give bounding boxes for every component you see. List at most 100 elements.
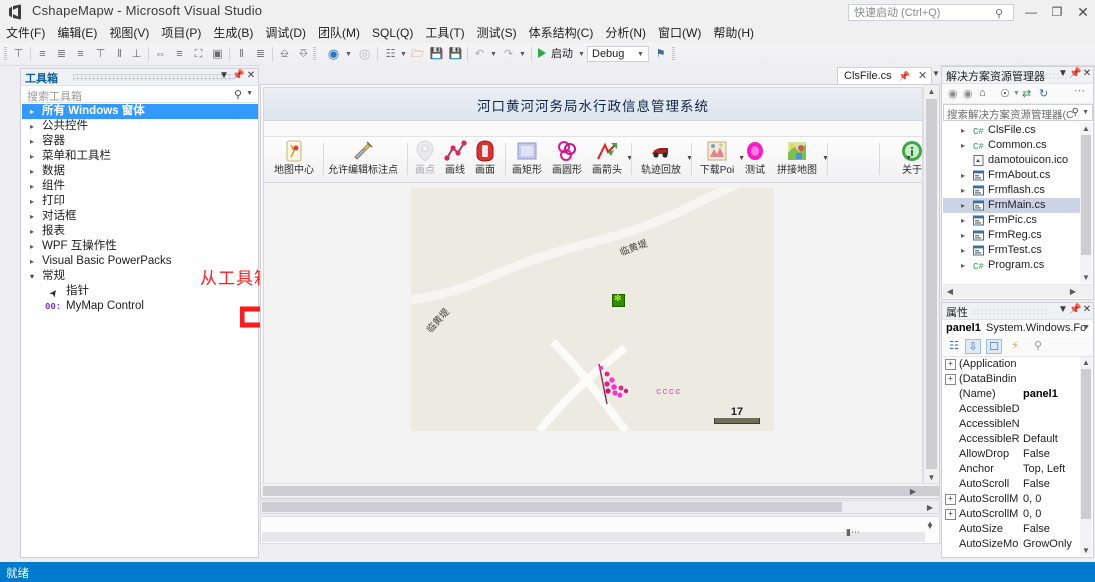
save-icon[interactable]: 💾 [428,46,445,62]
property-pages-icon[interactable]: ⚲ [1030,339,1046,354]
pin-icon[interactable]: 📌 [1069,304,1081,315]
align-tops-icon[interactable]: ⊤ [92,46,109,62]
menu-item-3[interactable]: 项目(P) [155,24,207,43]
toolbox-search-box[interactable]: 搜索工具箱 ⚲ ▼ [22,86,258,103]
se-vscroll-thumb[interactable] [1081,135,1091,255]
form-designer-surface[interactable]: 河口黄河河务局水行政信息管理系统 地图中心 允许编辑标注点 画点 画线 画面 画矩形 画圆形… [260,84,940,499]
property-row-5[interactable]: AccessibleR Default [943,432,1081,447]
search-icon[interactable]: ⚲ [234,88,242,101]
form-toolbar-button-1[interactable]: 允许编辑标注点 [324,139,402,180]
form-toolbar-button-9[interactable]: 下载Poi ▼ [696,139,745,180]
close-icon[interactable]: ✕ [1081,68,1093,79]
property-value[interactable]: panel1 [1023,387,1058,402]
solution-file-row-2[interactable]: damotouicon.ico [943,153,1082,168]
chevron-right-icon[interactable]: ▸ [30,194,34,209]
minimize-button[interactable]: — [1018,2,1044,22]
close-icon[interactable]: ✕ [1081,304,1093,315]
menu-item-11[interactable]: 分析(N) [599,24,652,43]
solution-explorer-search-box[interactable]: 搜索解决方案资源管理器(C ⚲ ▼ [943,104,1093,121]
menu-item-1[interactable]: 编辑(E) [51,24,103,43]
chevron-right-icon[interactable]: ▸ [30,209,34,224]
chevron-right-icon[interactable]: ▸ [30,149,34,164]
chevron-right-icon[interactable]: ▸ [30,119,34,134]
menu-item-2[interactable]: 视图(V) [103,24,155,43]
categorized-icon[interactable]: ☷ [946,339,962,354]
scroll-up-icon[interactable]: ▲ [1080,124,1092,133]
chevron-down-icon[interactable]: ▼ [345,51,352,58]
property-row-0[interactable]: + (Application [943,357,1081,372]
property-row-10[interactable]: + AutoScrollM 0, 0 [943,507,1081,522]
menu-item-4[interactable]: 生成(B) [207,24,259,43]
chevron-right-icon[interactable]: ▸ [961,138,965,153]
attach-icon[interactable]: ⚑ [652,46,669,62]
solution-explorer-horizontal-scrollbar[interactable]: ◀ ▶ [943,284,1092,298]
toolbox-search-input[interactable]: 搜索工具箱 [27,88,82,104]
pin-icon[interactable]: 📌 [899,71,910,81]
toolbar-grip[interactable] [313,47,316,61]
refresh-icon[interactable]: ↻ [1039,87,1048,100]
navigate-backward-icon[interactable]: ◉ [325,46,342,62]
chevron-down-icon[interactable]: ▼ [490,51,497,58]
chevron-right-icon[interactable]: ▸ [30,239,34,254]
size-to-grid-icon[interactable]: ▣ [209,46,226,62]
property-value[interactable]: Top, Left [1023,462,1065,477]
designer-strip-bar[interactable] [262,532,925,542]
property-row-8[interactable]: AutoScroll False [943,477,1081,492]
bring-to-front-icon[interactable]: ⎒ [276,46,293,62]
close-icon[interactable]: ✕ [918,70,927,82]
solution-file-row-7[interactable]: ▸ FrmReg.cs [943,228,1082,243]
toolbox-item-9[interactable]: ▸ WPF 互操作性 [22,239,258,254]
align-center-icon[interactable]: ≣ [53,46,70,62]
property-row-2[interactable]: (Name) panel1 [943,387,1081,402]
chevron-right-icon[interactable]: ▸ [961,183,965,198]
toolbox-item-2[interactable]: ▸ 容器 [22,134,258,149]
solution-file-row-0[interactable]: ▸ C# ClsFile.cs [943,123,1082,138]
new-project-icon[interactable]: ☷ [382,46,399,62]
chevron-right-icon[interactable]: ▸ [961,168,965,183]
form-toolbar-button-8[interactable]: 轨迹回放 ▼ [636,139,693,180]
form-toolbar-button-0[interactable]: 地图中心 [270,139,318,180]
menu-item-8[interactable]: 工具(T) [419,24,470,43]
expand-icon[interactable]: + [945,359,956,370]
properties-menu-button[interactable]: ▼ [1057,304,1069,315]
solution-explorer-menu-button[interactable]: ▼ [1057,68,1069,79]
search-icon[interactable]: ⚲ [1072,107,1079,118]
menu-item-13[interactable]: 帮助(H) [707,24,760,43]
scroll-down-icon[interactable]: ▼ [1080,273,1092,282]
property-row-1[interactable]: + (DataBindin [943,372,1081,387]
outer-hscroll-thumb[interactable] [262,502,842,512]
overflow-icon[interactable]: ⋯ [1074,84,1085,97]
property-row-3[interactable]: AccessibleD [943,402,1081,417]
chevron-right-icon[interactable]: ▸ [30,254,34,269]
scroll-right-icon[interactable]: ▶ [907,487,919,496]
chevron-right-icon[interactable]: ▸ [961,258,965,273]
scroll-down-icon[interactable]: ▼ [924,473,939,482]
quick-launch-input[interactable]: 快速启动 (Ctrl+Q) [848,4,1014,21]
align-bottoms-icon[interactable]: ⊥ [128,46,145,62]
solution-file-row-3[interactable]: ▸ FrmAbout.cs [943,168,1082,183]
close-button[interactable]: ✕ [1070,2,1095,22]
expand-icon[interactable]: + [945,509,956,520]
scroll-down-icon[interactable]: ▼ [925,522,935,531]
chevron-down-icon[interactable]: ▼ [637,51,644,58]
align-middles-icon[interactable]: ‖ [111,46,128,62]
outer-horizontal-scrollbar[interactable]: ▶ [260,500,940,514]
forward-icon[interactable]: ◉ [963,87,973,100]
vertical-spacing-icon[interactable]: ≣ [252,46,269,62]
open-file-icon[interactable]: 🗁 [409,46,426,62]
form-toolbar-button-5[interactable]: 画矩形 [508,139,546,180]
chevron-right-icon[interactable]: ▸ [961,243,965,258]
chevron-down-icon[interactable]: ▼ [1013,90,1020,97]
events-icon[interactable]: ⚡ [1007,339,1023,354]
menu-item-7[interactable]: SQL(Q) [366,24,419,43]
designer-hscroll-thumb[interactable] [263,486,939,496]
property-value[interactable]: GrowOnly [1023,537,1072,552]
form-toolbar-button-3[interactable]: 画线 [440,139,470,180]
form-toolbar-button-7[interactable]: 画箭头 ▼ [588,139,633,180]
toolbox-control-1[interactable]: 00: MyMap Control [22,299,258,314]
property-row-6[interactable]: AllowDrop False [943,447,1081,462]
make-same-width-icon[interactable]: ⇔ [152,46,169,62]
scroll-up-icon[interactable]: ▲ [1080,358,1092,367]
solution-file-row-1[interactable]: ▸ C# Common.cs [943,138,1082,153]
toolbox-item-3[interactable]: ▸ 菜单和工具栏 [22,149,258,164]
